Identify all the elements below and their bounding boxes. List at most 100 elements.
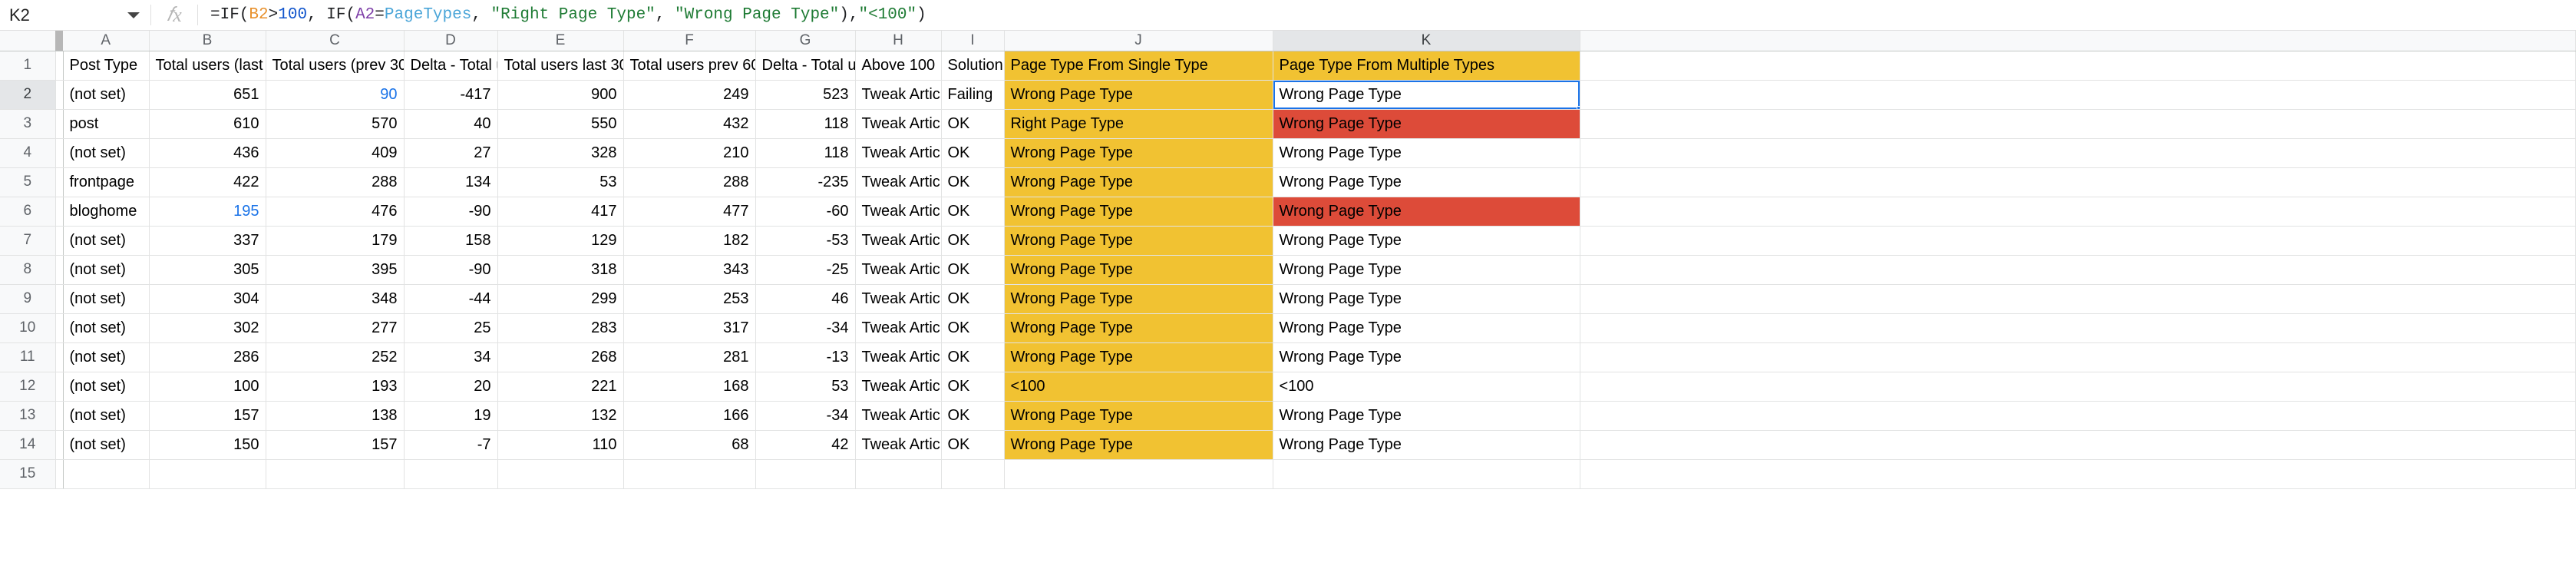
cell-overflow[interactable] xyxy=(1580,313,2576,343)
cell-users-prev-30[interactable]: 252 xyxy=(266,342,405,372)
cell-overflow[interactable] xyxy=(1580,226,2576,256)
cell-users-last-30[interactable]: 286 xyxy=(149,342,266,372)
cell-users-prev-60-90[interactable]: 249 xyxy=(623,80,756,110)
cell-users-last-30[interactable]: 422 xyxy=(149,167,266,197)
cell-delta-total-users-2[interactable]: -25 xyxy=(755,255,856,285)
cell-empty[interactable] xyxy=(497,459,624,489)
cell-solution[interactable]: OK xyxy=(941,430,1005,460)
column-header-D[interactable]: D xyxy=(404,31,498,51)
cell-users-prev-60-90[interactable]: 210 xyxy=(623,138,756,168)
cell-users-prev-60-90[interactable]: 253 xyxy=(623,284,756,314)
column-header-C[interactable]: C xyxy=(266,31,405,51)
cell-empty[interactable] xyxy=(404,459,498,489)
cell-overflow[interactable] xyxy=(1580,138,2576,168)
cell-users-last-30-60[interactable]: 318 xyxy=(497,255,624,285)
cell-single-type[interactable]: Wrong Page Type xyxy=(1003,197,1273,227)
cell-solution[interactable]: OK xyxy=(941,401,1005,431)
cell-delta-total-users-2[interactable]: 46 xyxy=(755,284,856,314)
cell-post-type[interactable]: (not set) xyxy=(63,313,150,343)
column-header-J[interactable]: J xyxy=(1004,31,1273,51)
cell-users-last-30[interactable]: 157 xyxy=(149,401,266,431)
cell-overflow[interactable] xyxy=(1580,430,2576,460)
cell-solution[interactable]: OK xyxy=(941,255,1005,285)
cell-solution[interactable]: OK xyxy=(941,197,1005,227)
cell-overflow[interactable] xyxy=(1580,401,2576,431)
column-header-G[interactable]: G xyxy=(755,31,856,51)
chevron-down-icon[interactable] xyxy=(127,12,140,18)
row-number-11[interactable]: 11 xyxy=(0,342,56,372)
header-cell-delta-total-users-2[interactable]: Delta - Total users xyxy=(755,51,856,81)
cell-above-100[interactable]: Tweak Article xyxy=(855,167,942,197)
cell-delta-total-users-2[interactable]: 118 xyxy=(755,109,856,139)
cell-post-type[interactable]: (not set) xyxy=(63,138,150,168)
name-box[interactable]: K2 xyxy=(0,0,150,30)
row-number-13[interactable]: 13 xyxy=(0,401,56,431)
cell-users-last-30-60[interactable]: 53 xyxy=(497,167,624,197)
cell-users-last-30[interactable]: 610 xyxy=(149,109,266,139)
cell-empty[interactable] xyxy=(941,459,1005,489)
cell-users-prev-60-90[interactable]: 432 xyxy=(623,109,756,139)
cell-users-last-30-60[interactable]: 268 xyxy=(497,342,624,372)
cell-users-prev-30[interactable]: 179 xyxy=(266,226,405,256)
cell-above-100[interactable]: Tweak Article xyxy=(855,80,942,110)
cell-users-prev-60-90[interactable]: 288 xyxy=(623,167,756,197)
cell-users-last-30-60[interactable]: 417 xyxy=(497,197,624,227)
row-number-8[interactable]: 8 xyxy=(0,255,56,285)
cell-delta-total-users[interactable]: -7 xyxy=(404,430,498,460)
cell-delta-total-users-2[interactable]: 42 xyxy=(755,430,856,460)
cell-users-last-30-60[interactable]: 132 xyxy=(497,401,624,431)
cell-overflow[interactable] xyxy=(1580,80,2576,110)
row-number-9[interactable]: 9 xyxy=(0,284,56,314)
cell-single-type[interactable]: Wrong Page Type xyxy=(1003,167,1273,197)
cell-users-last-30-60[interactable]: 110 xyxy=(497,430,624,460)
cell-solution[interactable]: OK xyxy=(941,167,1005,197)
cell-above-100[interactable]: Tweak Article xyxy=(855,372,942,402)
cell-solution[interactable]: OK xyxy=(941,109,1005,139)
cell-single-type[interactable]: Wrong Page Type xyxy=(1003,342,1273,372)
cell-post-type[interactable]: bloghome xyxy=(63,197,150,227)
cell-post-type[interactable]: post xyxy=(63,109,150,139)
cell-single-type[interactable]: <100 xyxy=(1003,372,1273,402)
cell-delta-total-users-2[interactable]: -53 xyxy=(755,226,856,256)
cell-multiple-types[interactable]: Wrong Page Type xyxy=(1273,255,1580,285)
cell-multiple-types[interactable]: Wrong Page Type xyxy=(1273,167,1580,197)
row-number-15[interactable]: 15 xyxy=(0,459,56,489)
cell-users-last-30-60[interactable]: 299 xyxy=(497,284,624,314)
cell-solution[interactable]: OK xyxy=(941,138,1005,168)
cell-post-type[interactable]: (not set) xyxy=(63,80,150,110)
cell-delta-total-users[interactable]: 20 xyxy=(404,372,498,402)
row-number-2[interactable]: 2 xyxy=(0,80,56,110)
cell-delta-total-users[interactable]: 25 xyxy=(404,313,498,343)
cell-multiple-types[interactable]: Wrong Page Type xyxy=(1273,138,1580,168)
cell-overflow[interactable] xyxy=(1580,372,2576,402)
column-header-B[interactable]: B xyxy=(149,31,266,51)
header-cell-above-100[interactable]: Above 100 xyxy=(855,51,942,81)
cell-delta-total-users-2[interactable]: -13 xyxy=(755,342,856,372)
cell-empty[interactable] xyxy=(149,459,266,489)
cell-empty[interactable] xyxy=(855,459,942,489)
cell-post-type[interactable]: (not set) xyxy=(63,284,150,314)
cell-users-last-30-60[interactable]: 129 xyxy=(497,226,624,256)
cell-users-prev-30[interactable]: 157 xyxy=(266,430,405,460)
cell-users-prev-30[interactable]: 193 xyxy=(266,372,405,402)
cell-multiple-types[interactable]: Wrong Page Type xyxy=(1273,313,1580,343)
cell-users-last-30[interactable]: 651 xyxy=(149,80,266,110)
function-icon[interactable]: 𝑓x xyxy=(151,0,197,30)
cell-users-last-30-60[interactable]: 900 xyxy=(497,80,624,110)
cell-single-type[interactable]: Wrong Page Type xyxy=(1003,80,1273,110)
select-all-corner[interactable] xyxy=(0,31,55,51)
cell-users-last-30[interactable]: 150 xyxy=(149,430,266,460)
cell-multiple-types[interactable]: Wrong Page Type xyxy=(1273,284,1580,314)
column-header-F[interactable]: F xyxy=(623,31,756,51)
cell-above-100[interactable]: Tweak Article xyxy=(855,109,942,139)
cell-users-prev-60-90[interactable]: 68 xyxy=(623,430,756,460)
cell-users-prev-60-90[interactable]: 477 xyxy=(623,197,756,227)
cell-multiple-types[interactable]: <100 xyxy=(1273,372,1580,402)
cell-post-type[interactable]: (not set) xyxy=(63,401,150,431)
column-header-K[interactable]: K xyxy=(1273,31,1580,51)
cell-users-prev-60-90[interactable]: 281 xyxy=(623,342,756,372)
cell-delta-total-users[interactable]: -44 xyxy=(404,284,498,314)
grid-container[interactable]: A B C D E F G H I J K 1 Post Type Total … xyxy=(0,31,2576,579)
cell-users-last-30-60[interactable]: 221 xyxy=(497,372,624,402)
fill-handle[interactable] xyxy=(1576,105,1579,108)
